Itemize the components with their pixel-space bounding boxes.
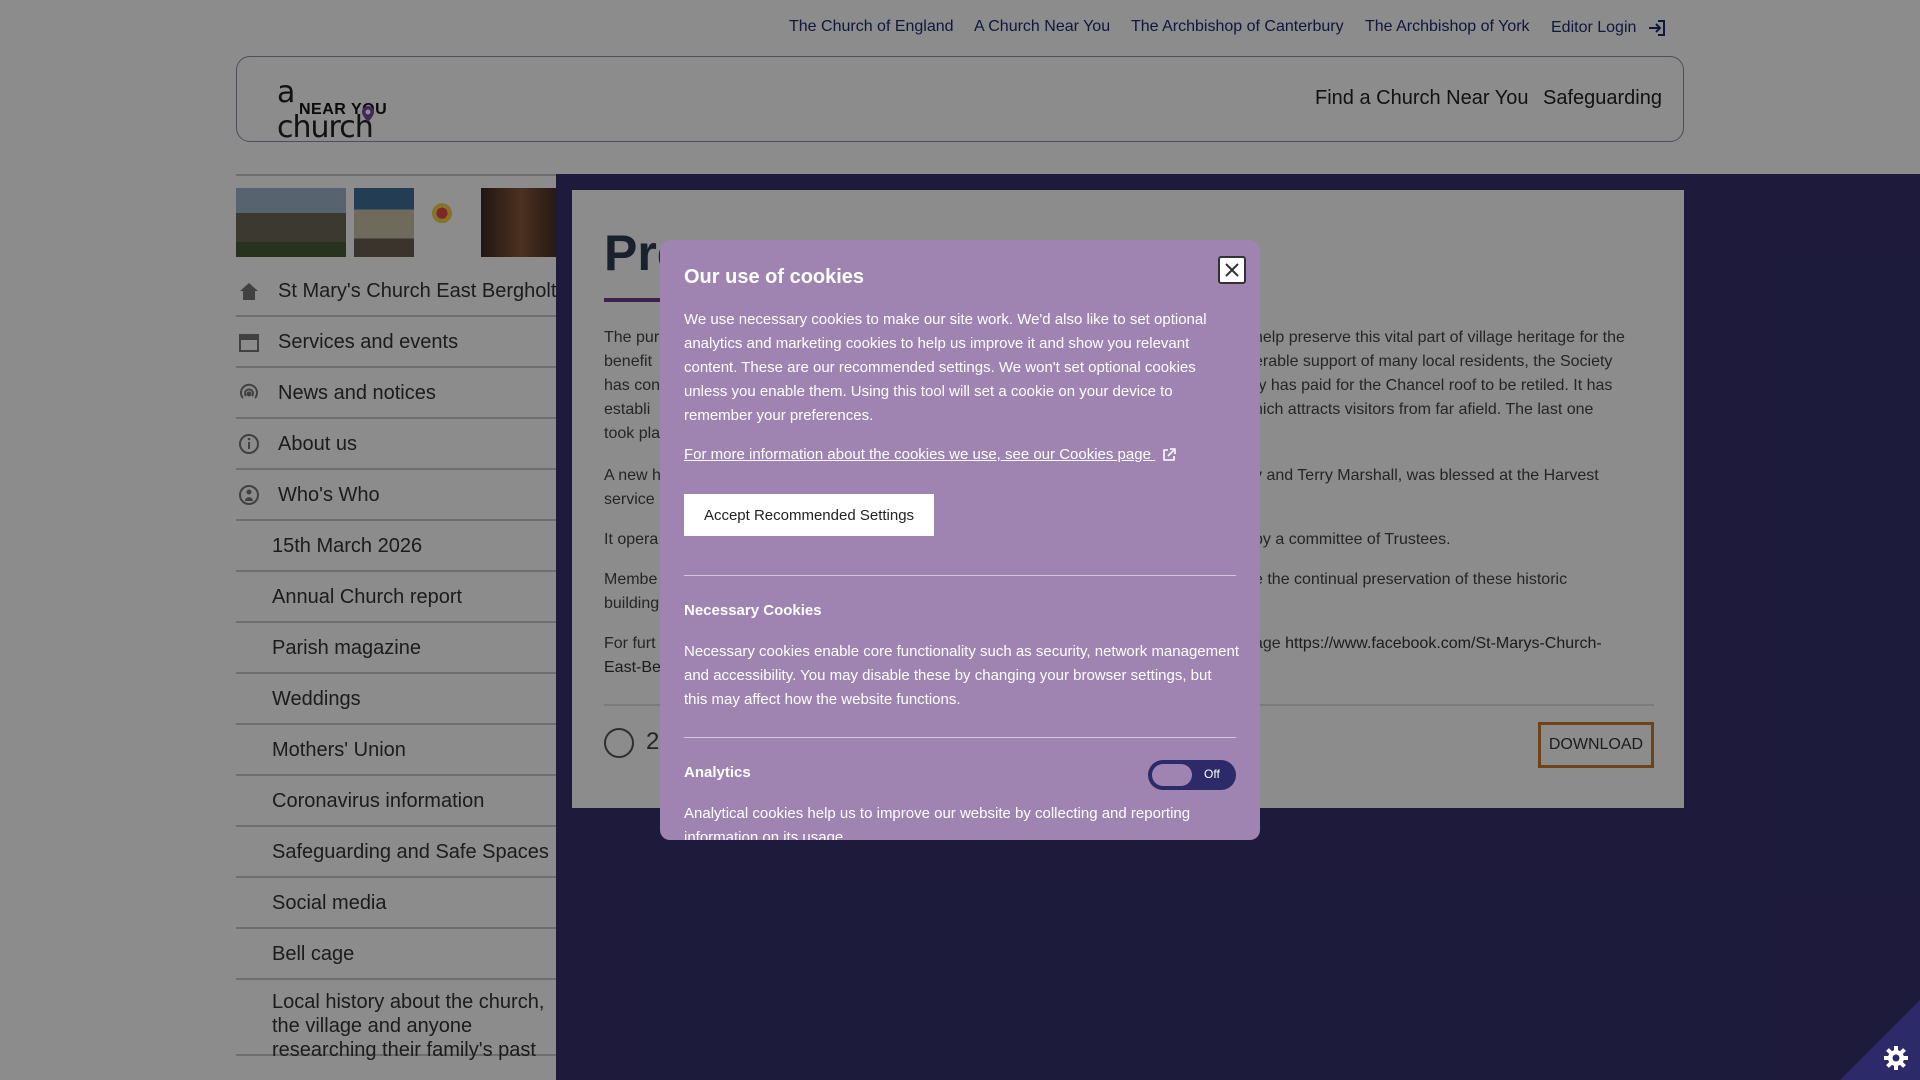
gear-icon — [1884, 1046, 1908, 1070]
divider — [684, 737, 1236, 738]
accept-recommended-button[interactable]: Accept Recommended Settings — [684, 494, 934, 536]
necessary-cookies-title: Necessary Cookies — [684, 602, 822, 619]
cookie-intro-text: We use necessary cookies to make our sit… — [684, 311, 1207, 424]
analytics-title: Analytics — [684, 764, 751, 781]
cookies-page-link-label: For more information about the cookies w… — [684, 446, 1151, 463]
cookie-settings-button[interactable] — [1840, 1000, 1920, 1080]
analytics-toggle[interactable]: Off — [1148, 760, 1236, 790]
close-button[interactable] — [1218, 256, 1246, 284]
cookie-dialog: Our use of cookies We use necessary cook… — [660, 240, 1260, 840]
toggle-knob — [1152, 764, 1192, 786]
close-icon — [1225, 263, 1239, 277]
toggle-state-label: Off — [1204, 767, 1220, 781]
cookies-page-link[interactable]: For more information about the cookies w… — [684, 446, 1177, 463]
cookie-dialog-title: Our use of cookies — [684, 266, 865, 288]
external-link-icon — [1163, 448, 1176, 461]
necessary-cookies-text: Necessary cookies enable core functional… — [684, 643, 1239, 708]
analytics-text: Analytical cookies help us to improve ou… — [684, 805, 1191, 840]
divider — [684, 575, 1236, 576]
